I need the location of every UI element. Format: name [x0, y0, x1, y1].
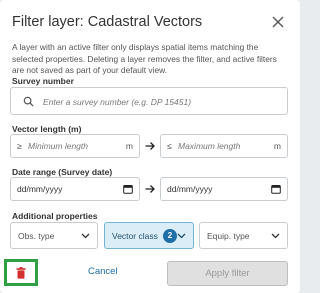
trash-icon[interactable]	[16, 267, 26, 279]
arrow-right-icon	[145, 142, 155, 150]
chevron-down-icon	[81, 233, 90, 239]
arrow-right-icon	[145, 185, 155, 193]
dialog-title: Filter layer: Cadastral Vectors	[12, 14, 203, 30]
apply-filter-button[interactable]: Apply filter	[167, 261, 288, 286]
dialog-header: Filter layer: Cadastral Vectors	[10, 10, 290, 34]
max-prefix: ≤	[167, 141, 172, 151]
date-to-field[interactable]: dd/mm/yyyy	[160, 177, 288, 201]
date-from-value: dd/mm/yyyy	[17, 184, 63, 194]
survey-number-label: Survey number	[12, 76, 74, 86]
obs-type-label: Obs. type	[18, 231, 55, 241]
date-range-label: Date range (Survey date)	[12, 167, 113, 177]
dialog-description: A layer with an active filter only displ…	[12, 42, 277, 75]
obs-type-select[interactable]: Obs. type	[10, 222, 98, 249]
vector-class-select[interactable]: Vector class 2	[104, 222, 194, 249]
vector-class-count-badge: 2	[163, 229, 177, 243]
calendar-icon[interactable]	[271, 184, 281, 194]
cancel-button[interactable]: Cancel	[88, 266, 118, 277]
max-length-unit: m	[273, 141, 281, 151]
equip-type-select[interactable]: Equip. type	[199, 222, 288, 249]
min-length-field[interactable]: ≥ Minimum length m	[10, 134, 140, 158]
survey-number-input[interactable]	[43, 94, 278, 109]
date-to-value: dd/mm/yyyy	[167, 184, 213, 194]
max-length-placeholder: Maximum length	[178, 141, 241, 151]
chevron-down-icon	[177, 233, 186, 239]
min-length-unit: m	[125, 141, 133, 151]
vector-length-label: Vector length (m)	[12, 124, 82, 134]
min-length-placeholder: Minimum length	[28, 141, 88, 151]
delete-layer-button[interactable]	[4, 259, 38, 286]
additional-properties-label: Additional properties	[12, 211, 98, 221]
close-icon[interactable]	[270, 14, 286, 30]
max-length-field[interactable]: ≤ Maximum length m	[160, 134, 288, 158]
search-icon	[23, 96, 34, 107]
calendar-icon[interactable]	[123, 184, 133, 194]
date-from-field[interactable]: dd/mm/yyyy	[10, 177, 140, 201]
equip-type-label: Equip. type	[207, 231, 250, 241]
vector-class-label: Vector class	[112, 231, 158, 241]
chevron-down-icon	[271, 233, 280, 239]
survey-search-field[interactable]	[10, 87, 288, 115]
min-prefix: ≥	[17, 141, 22, 151]
